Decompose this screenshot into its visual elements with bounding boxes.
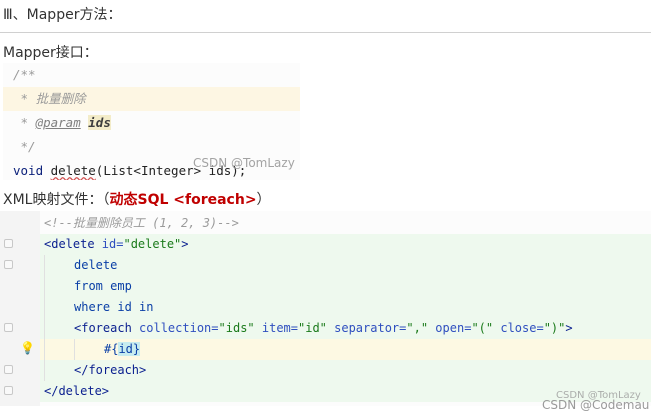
code-line: * @param ids: [3, 111, 300, 135]
code-line: * 批量删除: [3, 87, 300, 111]
fold-icon[interactable]: [4, 365, 13, 374]
xml-attr: close=: [493, 321, 544, 335]
code-line: <!--批量删除员工 (1, 2, 3)-->: [40, 213, 651, 234]
code-line: <delete id="delete">: [40, 234, 651, 255]
comment-text: 批量删除: [35, 91, 86, 106]
xml-comment: <!--批量删除员工 (1, 2, 3)-->: [44, 216, 239, 230]
xml-attr-value: "(": [471, 321, 494, 335]
code-line: delete: [40, 255, 651, 276]
sql-text: delete: [74, 258, 118, 272]
code-line: where id in: [40, 297, 651, 318]
fold-icon[interactable]: [4, 323, 13, 332]
watermark-line: CSDN @Codemau: [542, 398, 650, 412]
xml-attr: open=: [428, 321, 472, 335]
javadoc-param-name: ids: [88, 115, 111, 130]
divider: [0, 32, 651, 33]
xml-attr: collection=: [139, 321, 219, 335]
xml-code-block: 💡 <!--批量删除员工 (1, 2, 3)--> <delete id="de…: [0, 211, 651, 406]
xml-mapping-label: XML映射文件：（动态SQL <foreach>）: [3, 189, 271, 209]
xml-tag: >: [181, 237, 189, 251]
fold-icon[interactable]: [4, 239, 13, 248]
section-heading: Ⅲ、Mapper方法：: [3, 7, 122, 23]
javadoc-tag: @param: [35, 115, 81, 130]
placeholder-start: #{: [104, 342, 119, 356]
xml-attr: separator=: [326, 321, 407, 335]
xml-tag: </foreach>: [74, 363, 147, 377]
code-line: #{id}: [40, 339, 651, 360]
fold-icon[interactable]: [4, 260, 13, 269]
comment-prefix: *: [13, 115, 36, 130]
comment-text: /**: [13, 67, 36, 82]
xml-tag: >: [565, 321, 573, 335]
xml-attr: item=: [254, 321, 298, 335]
code-line: /**: [3, 63, 300, 87]
comment-prefix: *: [13, 91, 36, 106]
sql-text: from emp: [74, 279, 132, 293]
watermark: CSDN @TomLazy: [193, 156, 295, 170]
code-line: <foreach collection="ids" item="id" sepa…: [40, 318, 651, 339]
keyword: void: [13, 163, 44, 178]
label-highlight: 动态SQL <foreach>: [109, 192, 257, 208]
xml-tag: <foreach: [74, 321, 140, 335]
fold-icon[interactable]: [4, 386, 13, 395]
xml-attr: id=: [101, 237, 124, 251]
xml-tag: </delete>: [44, 384, 110, 398]
label-suffix: ）: [256, 192, 271, 208]
code-line: </foreach>: [40, 360, 651, 381]
label-prefix: XML映射文件：（: [3, 192, 110, 208]
placeholder-selected: id}: [118, 342, 141, 356]
code-line: from emp: [40, 276, 651, 297]
xml-attr-value: ")": [543, 321, 566, 335]
method-name: delete: [50, 163, 96, 178]
xml-attr-value: "ids": [218, 321, 255, 335]
lightbulb-icon[interactable]: 💡: [20, 342, 35, 354]
xml-tag: <delete: [44, 237, 102, 251]
xml-attr-value: "delete": [123, 237, 182, 251]
indent-guide: [44, 255, 45, 381]
mapper-interface-label: Mapper接口：: [3, 45, 98, 61]
sql-text: where id in: [74, 300, 154, 314]
indent-guide: [74, 339, 75, 360]
xml-attr-value: "id": [298, 321, 327, 335]
comment-text: */: [13, 139, 36, 154]
xml-attr-value: ",": [406, 321, 429, 335]
